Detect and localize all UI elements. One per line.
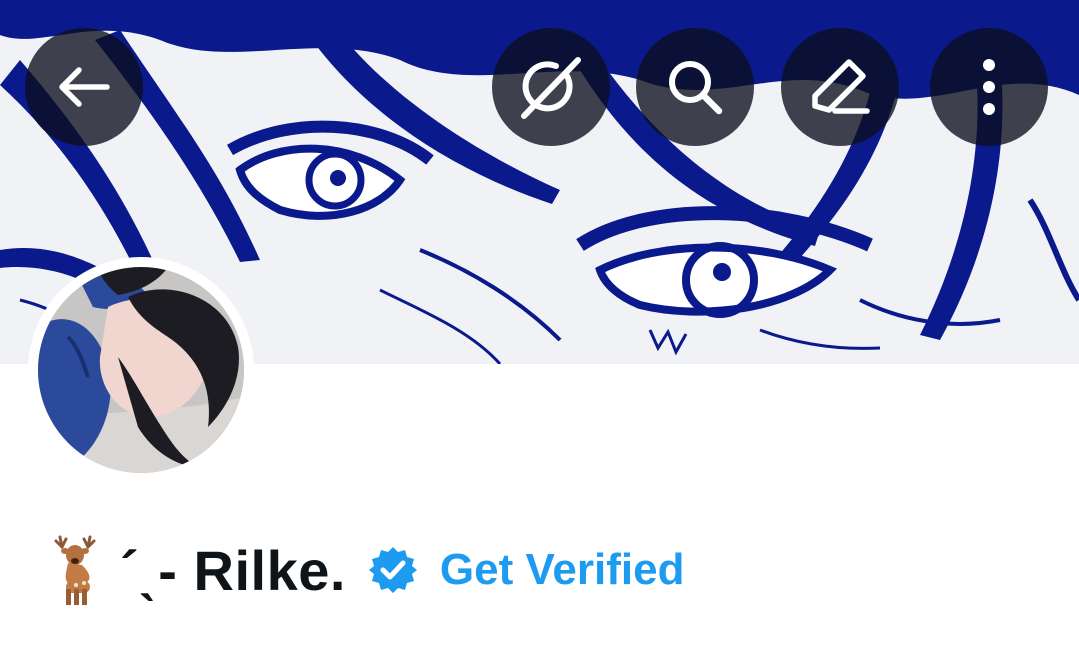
edit-button[interactable]: [781, 28, 899, 146]
verified-badge-icon[interactable]: [368, 545, 418, 595]
search-icon: [669, 61, 723, 115]
more-button[interactable]: [930, 28, 1048, 146]
more-vertical-icon: [983, 59, 995, 115]
profile-name-row: ´ˎ- Rilke. Get Verified: [46, 528, 684, 612]
get-verified-link[interactable]: Get Verified: [440, 545, 685, 595]
grok-button[interactable]: [492, 28, 610, 146]
avatar-image: [38, 267, 244, 473]
search-button[interactable]: [636, 28, 754, 146]
avatar[interactable]: [28, 257, 254, 483]
arrow-left-icon: [59, 67, 110, 107]
display-name: ´ˎ- Rilke.: [120, 538, 346, 602]
back-button[interactable]: [25, 28, 143, 146]
grok-icon: [521, 57, 581, 119]
deer-icon: [54, 535, 96, 605]
pencil-icon: [812, 59, 870, 114]
